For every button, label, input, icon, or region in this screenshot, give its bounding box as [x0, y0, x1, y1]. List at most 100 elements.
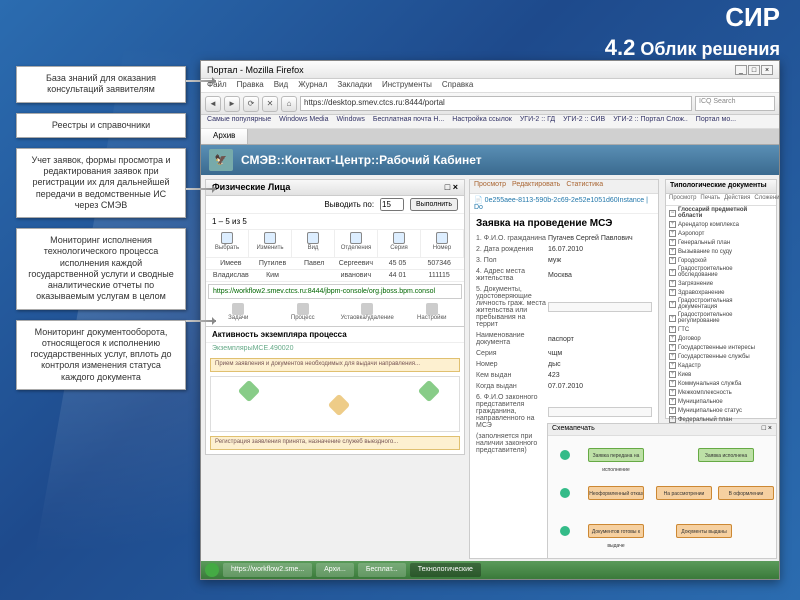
reload-icon[interactable]: ⟳: [243, 96, 259, 112]
maximize-icon[interactable]: □: [748, 65, 760, 75]
tree-item[interactable]: +Градостроительное обследование: [666, 265, 776, 279]
expand-icon[interactable]: +: [669, 344, 676, 351]
tree-item[interactable]: +Муниципальное статус: [666, 406, 776, 415]
panel-close-icon[interactable]: □ ×: [445, 182, 458, 193]
workflow-node[interactable]: Документов готовы к выдаче: [588, 524, 644, 538]
expand-icon[interactable]: +: [669, 416, 676, 423]
tree-item[interactable]: +ГТС: [666, 325, 776, 334]
action-select[interactable]: Выбрать: [206, 230, 249, 257]
expand-icon[interactable]: +: [669, 239, 676, 246]
action-view[interactable]: Вид: [292, 230, 335, 257]
expand-icon[interactable]: +: [669, 269, 676, 276]
tree-item[interactable]: +Градостроительная документация: [666, 297, 776, 311]
tree-item[interactable]: +Муниципальное: [666, 397, 776, 406]
tree-item[interactable]: +Киев: [666, 370, 776, 379]
browser-tab[interactable]: Архив: [201, 129, 248, 144]
tree-item[interactable]: +Аэропорт: [666, 229, 776, 238]
expand-icon[interactable]: +: [669, 371, 676, 378]
expand-icon[interactable]: +: [669, 315, 676, 322]
form-instance: 📄 0e255aee-8113-590b-2c69-2e52e1051d60In…: [470, 194, 658, 214]
search-input[interactable]: ICQ Search: [695, 96, 775, 111]
workflow-node[interactable]: Неоформленный отказ: [588, 486, 644, 500]
expand-icon[interactable]: +: [669, 326, 676, 333]
bookmarks-bar[interactable]: Самые популярныеWindows MediaWindowsБесп…: [201, 115, 779, 129]
expand-icon[interactable]: +: [669, 389, 676, 396]
tab-install[interactable]: Устаовка/удаление: [335, 301, 400, 326]
workflow-canvas[interactable]: Заявка передана на исполнение Заявка испо…: [548, 436, 776, 558]
window-controls[interactable]: _□×: [734, 64, 773, 75]
action-dept[interactable]: Отделения: [335, 230, 378, 257]
form-row: Номердыс: [470, 359, 658, 370]
expand-icon[interactable]: +: [669, 280, 676, 287]
expand-icon[interactable]: +: [669, 230, 676, 237]
taskbar-item[interactable]: Бесплат...: [358, 563, 406, 577]
workflow-node[interactable]: Заявка передана на исполнение: [588, 448, 644, 462]
close-icon[interactable]: ×: [761, 65, 773, 75]
browser-menu[interactable]: ФайлПравкаВидЖурналЗакладкиИнструментыСп…: [201, 79, 779, 93]
callout-list: База знаний для оказания консультаций за…: [16, 66, 186, 390]
tree-item[interactable]: +Арендатор комплекса: [666, 220, 776, 229]
process-tabs[interactable]: Задачи Процесс Устаовка/удаление Настрой…: [206, 301, 464, 327]
close-icon[interactable]: □ ×: [762, 425, 772, 434]
action-series[interactable]: Серия: [378, 230, 421, 257]
expand-icon[interactable]: +: [669, 407, 676, 414]
tree-tabs[interactable]: ПросмотрПечатьДействияСложение: [666, 194, 776, 206]
home-icon[interactable]: ⌂: [281, 96, 297, 112]
expand-icon[interactable]: +: [669, 335, 676, 342]
expand-icon[interactable]: +: [669, 398, 676, 405]
expand-icon[interactable]: +: [669, 289, 676, 296]
tree-title: Типологические документы: [666, 180, 776, 194]
expand-icon[interactable]: +: [669, 353, 676, 360]
window-title: Портал - Mozilla Firefox: [207, 65, 304, 75]
tree-item[interactable]: +Государственные службы: [666, 352, 776, 361]
tab-process[interactable]: Процесс: [271, 301, 336, 326]
address-bar[interactable]: https://desktop.smev.ctcs.ru:8444/portal: [300, 96, 692, 111]
expand-icon[interactable]: +: [669, 257, 676, 264]
app-content: 🦅 СМЭВ::Контакт-Центр::Рабочий Кабинет Ф…: [201, 145, 779, 563]
expand-icon[interactable]: +: [669, 362, 676, 369]
workflow-node[interactable]: На рассмотрении: [656, 486, 712, 500]
taskbar-item[interactable]: Технологические: [410, 563, 481, 577]
tree-item[interactable]: +Межкомплексность: [666, 388, 776, 397]
workflow-node[interactable]: Заявка исполнена: [698, 448, 754, 462]
tree-item[interactable]: +Государственные интересы: [666, 343, 776, 352]
tree-item[interactable]: +Договор: [666, 334, 776, 343]
form-toolbar[interactable]: ПросмотрРедактироватьСтатистика: [470, 180, 658, 194]
tree-item[interactable]: +Кадастр: [666, 361, 776, 370]
table-row[interactable]: ИмеевПутилевПавелСергеевич45 05507346: [206, 258, 464, 270]
submit-button[interactable]: Выполнить: [410, 198, 458, 211]
app-title: СМЭВ::Контакт-Центр::Рабочий Кабинет: [241, 153, 482, 167]
minimize-icon[interactable]: _: [735, 65, 747, 75]
taskbar-item[interactable]: Архи...: [316, 563, 354, 577]
tree-item[interactable]: +Коммунальная служба: [666, 379, 776, 388]
expand-icon[interactable]: +: [669, 301, 676, 308]
collapse-icon[interactable]: −: [669, 210, 676, 217]
browser-tabs[interactable]: Архив: [201, 129, 779, 145]
taskbar-item[interactable]: https://workflow2.sme...: [223, 563, 312, 577]
process-diagram: [210, 376, 460, 432]
expand-icon[interactable]: +: [669, 380, 676, 387]
workflow-node[interactable]: Документы выданы: [676, 524, 732, 538]
tree-item[interactable]: +Здравохранение: [666, 288, 776, 297]
window-titlebar[interactable]: Портал - Mozilla Firefox _□×: [201, 61, 779, 79]
per-page-input[interactable]: [380, 198, 404, 211]
expand-icon[interactable]: +: [669, 248, 676, 255]
forward-icon[interactable]: ►: [224, 96, 240, 112]
os-taskbar[interactable]: https://workflow2.sme... Архи... Бесплат…: [201, 561, 779, 579]
action-number[interactable]: Номер: [421, 230, 464, 257]
action-edit[interactable]: Изменить: [249, 230, 292, 257]
tree-item[interactable]: +Вызывание по суду: [666, 247, 776, 256]
tree-item[interactable]: +Генеральный план: [666, 238, 776, 247]
tree-item[interactable]: +Городской: [666, 256, 776, 265]
tree-item[interactable]: +Градостроительное регулирование: [666, 311, 776, 325]
tab-settings[interactable]: Настройки: [400, 301, 465, 326]
form-row: 4. Адрес места жительстваМосква: [470, 266, 658, 284]
table-row[interactable]: ВладиславКимиванович44 01111115: [206, 270, 464, 282]
back-icon[interactable]: ◄: [205, 96, 221, 112]
tree-item[interactable]: +Загрязнение: [666, 279, 776, 288]
start-button-icon[interactable]: [205, 563, 219, 577]
stop-icon[interactable]: ✕: [262, 96, 278, 112]
form-row: 1. Ф.И.О. гражданинаПугачев Сергей Павло…: [470, 233, 658, 244]
expand-icon[interactable]: +: [669, 221, 676, 228]
workflow-node[interactable]: В оформлении: [718, 486, 774, 500]
